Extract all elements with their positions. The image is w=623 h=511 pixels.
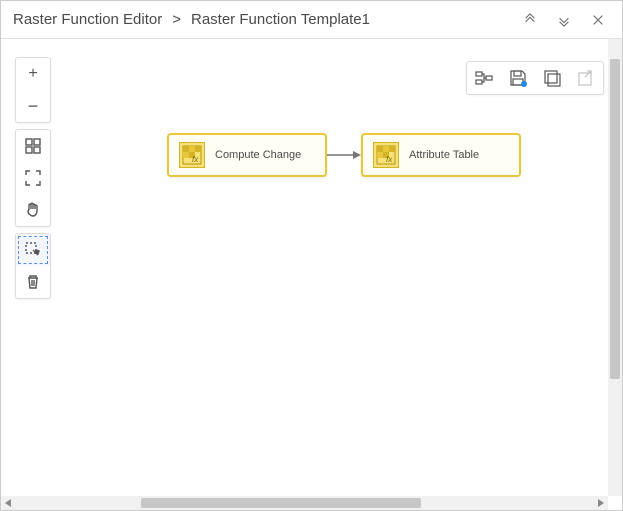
close-icon[interactable] <box>586 8 610 32</box>
app-window: Raster Function Editor > Raster Function… <box>0 0 623 511</box>
save-as-button[interactable] <box>535 62 569 94</box>
titlebar: Raster Function Editor > Raster Function… <box>1 1 622 39</box>
top-right-toolbar <box>466 61 604 95</box>
export-button <box>569 62 603 94</box>
breadcrumb-current: Raster Function Template1 <box>191 11 370 28</box>
expand-down-icon[interactable] <box>552 8 576 32</box>
full-extent-button[interactable] <box>16 162 50 194</box>
auto-layout-button[interactable] <box>467 62 501 94</box>
collapse-up-icon[interactable] <box>518 8 542 32</box>
delete-button[interactable] <box>16 266 50 298</box>
editor-body: + − <box>1 39 622 510</box>
raster-fx-icon: fx <box>373 142 399 168</box>
node-label: Compute Change <box>215 149 301 161</box>
horizontal-scroll-thumb[interactable] <box>141 498 421 508</box>
left-toolbar: + − <box>15 57 51 299</box>
zoom-out-button[interactable]: − <box>16 90 50 122</box>
breadcrumb-root[interactable]: Raster Function Editor <box>13 11 162 28</box>
raster-fx-icon: fx <box>179 142 205 168</box>
zoom-in-button[interactable]: + <box>16 58 50 90</box>
select-button[interactable] <box>16 234 50 266</box>
node-label: Attribute Table <box>409 149 479 161</box>
fit-extent-button[interactable] <box>16 130 50 162</box>
pan-button[interactable] <box>16 194 50 226</box>
breadcrumb-sep: > <box>172 11 181 28</box>
vertical-scroll-thumb[interactable] <box>610 59 620 379</box>
save-button[interactable] <box>501 62 535 94</box>
svg-text:fx: fx <box>386 155 393 164</box>
horizontal-scrollbar[interactable] <box>1 496 608 510</box>
vertical-scrollbar[interactable] <box>608 39 622 496</box>
node-compute-change[interactable]: fx Compute Change <box>167 133 327 177</box>
node-attribute-table[interactable]: fx Attribute Table <box>361 133 521 177</box>
graph-canvas[interactable]: + − <box>1 39 622 510</box>
svg-text:fx: fx <box>192 155 199 164</box>
